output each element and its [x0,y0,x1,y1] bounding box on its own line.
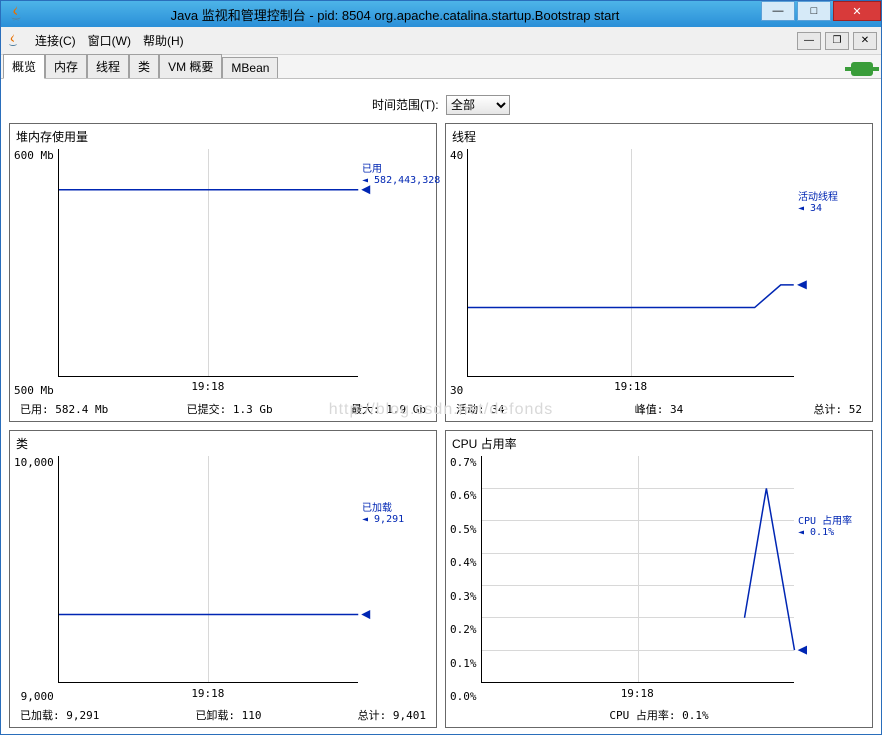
chart-title: CPU 占用率 [450,433,868,456]
menubar: 连接(C) 窗口(W) 帮助(H) — ❐ ✕ [1,27,881,55]
legend-label: 已加载 [362,499,432,514]
tab-vmsummary[interactable]: VM 概要 [159,54,222,78]
menu-help[interactable]: 帮助(H) [137,28,190,53]
chart-title: 线程 [450,126,868,149]
window-titlebar: Java 监视和管理控制台 - pid: 8504 org.apache.cat… [1,1,881,27]
legend: 已加载◄ 9,291 [358,456,432,704]
chart-panel-0: 堆内存使用量600 Mb 500 Mb 19:18 已用◄ 582,443,328 已用… [9,123,437,422]
stat-item: 最大: 1.9 Gb [351,401,426,417]
maximize-button[interactable]: □ [797,1,831,21]
legend-label: 活动线程 [798,188,868,203]
time-range-row: 时间范围(T): 全部 [9,95,873,115]
legend-label: 已用 [362,160,432,175]
menu-connect[interactable]: 连接(C) [29,28,82,53]
y-tick: 10,000 [14,456,54,469]
y-axis: 40 30 [450,149,467,397]
stats-row: 已用: 582.4 Mb 已提交: 1.3 Gb 最大: 1.9 Gb [14,397,432,417]
x-axis: 19:18 [58,683,358,703]
y-tick: 0.2% [450,623,477,636]
java-icon [5,33,21,49]
stat-item: 已提交: 1.3 Gb [187,401,273,417]
plot-area[interactable] [58,456,358,684]
y-tick: 30 [450,384,463,397]
chart-area: 403019:18活动线程◄ 34 [450,149,868,397]
stat-item: 已加载: 9,291 [20,707,99,723]
window-controls: — □ ✕ [759,1,881,27]
time-range-select[interactable]: 全部 [446,95,510,115]
y-tick: 0.7% [450,456,477,469]
chart-panel-3: CPU 占用率0.7%0.6%0.5%0.4%0.3%0.2%0.1%0.0%1… [445,430,873,729]
plot-area[interactable] [58,149,358,377]
time-range-label: 时间范围(T): [372,98,439,112]
chart-grid: 堆内存使用量600 Mb 500 Mb 19:18 已用◄ 582,443,328 已用… [9,123,873,728]
chart-panel-2: 类10,0009,00019:18已加载◄ 9,291已加载: 9,291已卸载… [9,430,437,729]
legend-value: ◄ 582,443,328 [362,175,432,186]
y-tick: 0.5% [450,523,477,536]
connection-status-icon [851,62,873,76]
chart-panel-1: 线程403019:18活动线程◄ 34活动: 34峰值: 34总计: 52 [445,123,873,422]
tab-mbeans[interactable]: MBean [222,57,278,78]
stats-row: 活动: 34 峰值: 34 总计: 52 [450,397,868,417]
sub-close-button[interactable]: ✕ [853,32,877,50]
chart-area: 0.7%0.6%0.5%0.4%0.3%0.2%0.1%0.0%19:18CPU… [450,456,868,704]
legend: CPU 占用率◄ 0.1% [794,456,868,704]
tab-memory[interactable]: 内存 [45,54,87,78]
tab-classes[interactable]: 类 [129,54,159,78]
menu-window[interactable]: 窗口(W) [82,28,137,53]
stats-row: 已加载: 9,291 已卸载: 110 总计: 9,401 [14,703,432,723]
y-tick: 0.0% [450,690,477,703]
y-tick: 500 Mb [14,384,54,397]
plot-area[interactable] [481,456,795,684]
stat-item: 已用: 582.4 Mb [20,401,108,417]
y-axis: 600 Mb 500 Mb [14,149,58,397]
sub-minimize-button[interactable]: — [797,32,821,50]
stat-item: 峰值: 34 [635,401,684,417]
stat-item: 总计: 9,401 [358,707,426,723]
legend-value: ◄ 0.1% [798,527,868,538]
plot-area[interactable] [467,149,794,377]
chart-area: 10,0009,00019:18已加载◄ 9,291 [14,456,432,704]
tab-threads[interactable]: 线程 [87,54,129,78]
y-tick: 0.1% [450,657,477,670]
tabbar: 概览 内存 线程 类 VM 概要 MBean [1,55,881,79]
legend-value: ◄ 34 [798,203,868,214]
content-area: http://blog.csdn.net/defonds 时间范围(T): 全部… [1,79,881,734]
java-icon [7,5,25,23]
x-axis: 19:18 [481,683,795,703]
sub-restore-button[interactable]: ❐ [825,32,849,50]
stat-item: 总计: 52 [814,401,863,417]
stat-item: 活动: 34 [456,401,505,417]
y-tick: 0.3% [450,590,477,603]
chart-title: 类 [14,433,432,456]
tab-overview[interactable]: 概览 [3,54,45,79]
stats-row: CPU 占用率: 0.1% [450,703,868,723]
y-tick: 40 [450,149,463,162]
legend-value: ◄ 9,291 [362,514,432,525]
x-axis: 19:18 [467,377,794,397]
window-title: Java 监视和管理控制台 - pid: 8504 org.apache.cat… [31,5,759,24]
y-tick: 0.6% [450,489,477,502]
y-tick: 0.4% [450,556,477,569]
y-axis: 10,000 9,000 [14,456,58,704]
chart-title: 堆内存使用量 [14,126,432,149]
chart-area: 600 Mb 500 Mb 19:18 已用◄ 582,443,328 [14,149,432,397]
x-axis: 19:18 [58,377,358,397]
stat-item: CPU 占用率: 0.1% [609,707,708,723]
minimize-button[interactable]: — [761,1,795,21]
close-button[interactable]: ✕ [833,1,881,21]
y-axis: 0.7% 0.6% 0.5% 0.4% 0.3% 0.2% 0.1% 0.0% [450,456,481,704]
y-tick: 600 Mb [14,149,54,162]
legend: 活动线程◄ 34 [794,149,868,397]
stat-item: 已卸载: 110 [195,707,261,723]
y-tick: 9,000 [21,690,54,703]
legend-label: CPU 占用率 [798,512,868,527]
